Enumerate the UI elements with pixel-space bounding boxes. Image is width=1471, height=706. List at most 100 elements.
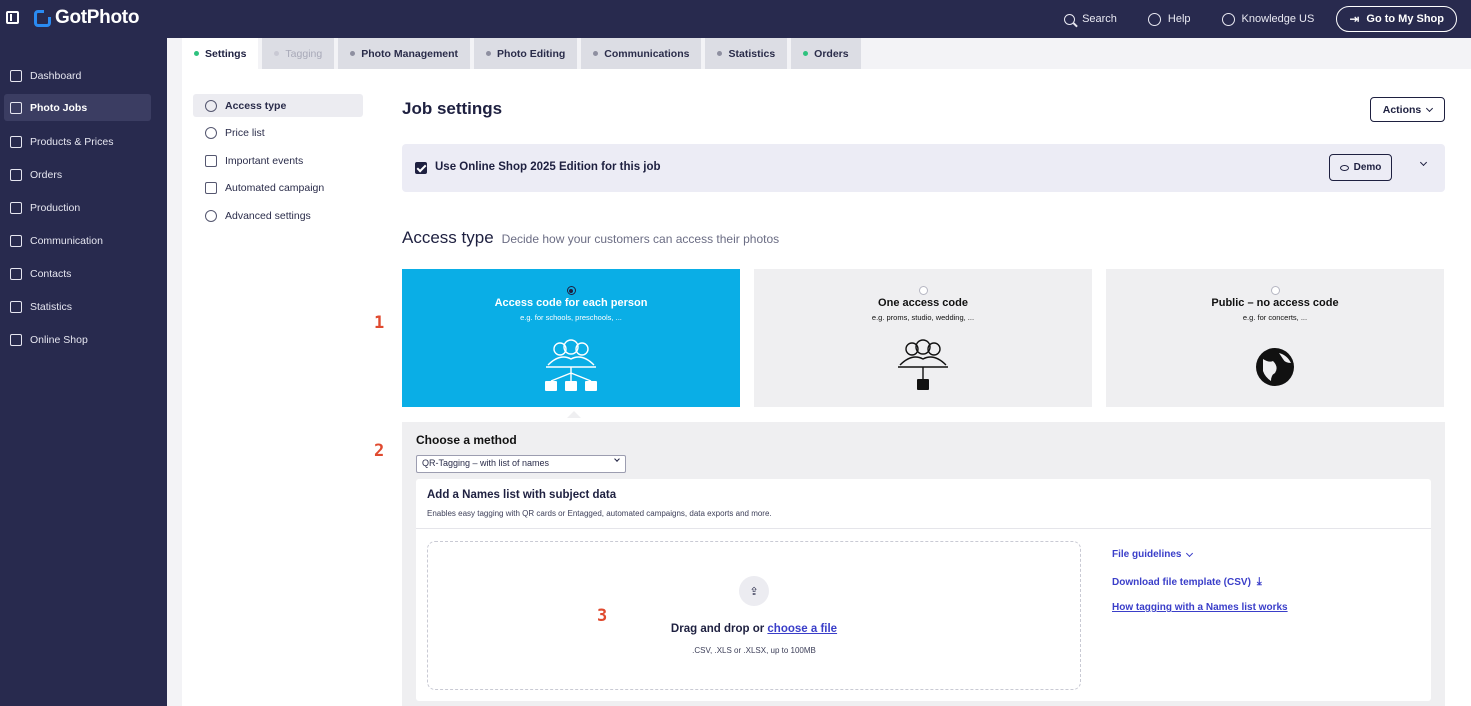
sidebar-item-products-prices[interactable]: Products & Prices <box>4 128 151 155</box>
store-icon <box>10 333 22 346</box>
option-subtitle: e.g. for concerts, ... <box>1242 313 1308 322</box>
online-shop-label: Use Online Shop 2025 Edition for this jo… <box>435 161 661 173</box>
method-title: Choose a method <box>416 433 517 447</box>
chevron-down-icon <box>614 456 620 462</box>
access-type-heading: Access type Decide how your customers ca… <box>402 228 779 248</box>
status-dot-icon <box>593 51 599 56</box>
names-list-subtitle: Enables easy tagging with QR cards or En… <box>427 509 772 518</box>
subnav-item-label: Automated campaign <box>225 181 325 194</box>
knowledge-label: Knowledge US <box>1241 13 1315 25</box>
method-select[interactable]: QR-Tagging – with list of names <box>416 455 626 473</box>
subnav-item-advanced-settings[interactable]: Advanced settings <box>193 204 363 227</box>
drop-label: Drag and drop or <box>670 623 765 635</box>
chevron-down-icon <box>1426 104 1434 112</box>
sidebar-item-statistics[interactable]: Statistics <box>4 293 151 320</box>
online-shop-banner: Use Online Shop 2025 Edition for this jo… <box>402 144 1445 192</box>
how-tagging-works-link[interactable]: How tagging with a Names list works <box>1112 602 1288 613</box>
radio-button[interactable] <box>1270 286 1280 295</box>
go-to-shop-label: Go to My Shop <box>1366 13 1444 25</box>
printer-icon <box>10 201 22 214</box>
image-icon <box>10 101 22 114</box>
download-icon: ⤓ <box>1256 576 1262 588</box>
search-link[interactable]: Search <box>1064 13 1117 25</box>
top-bar: GotPhoto Search Help Knowledge US ⇥ Go t… <box>0 0 1471 38</box>
sidebar-item-label: Dashboard <box>30 69 82 82</box>
tab-communications[interactable]: Communications <box>581 38 702 69</box>
option-title: Public – no access code <box>1211 297 1339 309</box>
sidebar-toggle-icon[interactable] <box>6 11 19 24</box>
tab-photo-editing[interactable]: Photo Editing <box>474 38 578 69</box>
tab-photo-management[interactable]: Photo Management <box>338 38 471 69</box>
radio-button[interactable] <box>918 286 928 295</box>
sidebar: Dashboard Photo Jobs Products & Prices O… <box>0 38 167 706</box>
dollar-icon <box>205 126 217 139</box>
subnav-item-label: Important events <box>225 154 304 167</box>
tab-bar: Settings Tagging Photo Management Photo … <box>182 38 861 69</box>
method-panel: Choose a method QR-Tagging – with list o… <box>402 422 1445 706</box>
logo[interactable]: GotPhoto <box>34 7 139 29</box>
option-subtitle: e.g. for schools, preschools, ... <box>520 313 622 322</box>
gotphoto-logo-icon <box>34 9 51 27</box>
person-icon <box>10 267 22 280</box>
upload-icon: ⇪ <box>739 576 769 606</box>
sidebar-item-photo-jobs[interactable]: Photo Jobs <box>4 94 151 121</box>
status-dot-icon <box>350 51 356 56</box>
sidebar-item-dashboard[interactable]: Dashboard <box>4 62 151 89</box>
sidebar-item-orders[interactable]: Orders <box>4 161 151 188</box>
chevron-down-icon[interactable] <box>1419 158 1428 167</box>
search-label: Search <box>1082 13 1117 25</box>
file-guidelines-link[interactable]: File guidelines <box>1112 549 1194 560</box>
tab-orders[interactable]: Orders <box>791 38 861 69</box>
page-title: Job settings <box>402 99 503 118</box>
section-subtitle: Decide how your customers can access the… <box>501 232 780 246</box>
annotation-marker-2: 2 <box>374 441 385 461</box>
knowledge-link[interactable]: Knowledge US <box>1221 12 1315 26</box>
go-to-shop-button[interactable]: ⇥ Go to My Shop <box>1336 6 1457 32</box>
sidebar-item-label: Online Shop <box>30 333 88 346</box>
subnav-item-access-type[interactable]: Access type <box>193 94 363 117</box>
subnav-item-label: Access type <box>225 99 287 112</box>
top-actions: Search Help Knowledge US ⇥ Go to My Shop <box>1033 6 1457 32</box>
access-type-options: Access code for each person e.g. for sch… <box>402 269 1444 407</box>
status-dot-icon <box>803 51 809 56</box>
sidebar-item-communication[interactable]: Communication <box>4 227 151 254</box>
subnav-item-important-events[interactable]: Important events <box>193 149 363 172</box>
section-title: Access type <box>402 228 494 247</box>
status-dot-icon <box>274 51 280 56</box>
subnav-item-automated-campaign[interactable]: Automated campaign <box>193 176 363 199</box>
calendar-icon <box>205 154 217 167</box>
access-option-one-code[interactable]: One access code e.g. proms, studio, wedd… <box>754 269 1092 407</box>
online-shop-checkbox[interactable] <box>415 162 427 174</box>
help-label: Help <box>1167 13 1191 25</box>
access-option-public[interactable]: Public – no access code e.g. for concert… <box>1106 269 1444 407</box>
sidebar-item-label: Orders <box>30 168 63 181</box>
sidebar-item-contacts[interactable]: Contacts <box>4 260 151 287</box>
file-dropzone[interactable]: ⇪ Drag and drop or choose a file .CSV, .… <box>427 541 1081 690</box>
gear-icon <box>205 209 217 222</box>
tab-tagging[interactable]: Tagging <box>262 38 335 69</box>
sidebar-item-online-shop[interactable]: Online Shop <box>4 326 151 353</box>
tab-label: Tagging <box>285 47 323 60</box>
sidebar-item-label: Products & Prices <box>30 135 114 148</box>
tab-statistics[interactable]: Statistics <box>705 38 788 69</box>
globe-icon <box>1256 348 1294 386</box>
choose-file-link[interactable]: choose a file <box>767 623 837 635</box>
option-title: Access code for each person <box>494 297 648 309</box>
message-icon <box>10 234 22 247</box>
names-list-card: Add a Names list with subject data Enabl… <box>416 479 1431 701</box>
logo-text: GotPhoto <box>55 7 140 28</box>
actions-button[interactable]: Actions <box>1370 97 1445 122</box>
radio-button[interactable] <box>566 286 576 295</box>
people-icon <box>205 99 217 112</box>
search-icon <box>1064 13 1076 25</box>
subnav-item-label: Price list <box>225 126 265 139</box>
help-link[interactable]: Help <box>1147 12 1191 26</box>
download-template-link[interactable]: Download file template (CSV) ⤓ <box>1112 576 1262 589</box>
sidebar-item-label: Contacts <box>30 267 72 280</box>
subnav-item-price-list[interactable]: Price list <box>193 121 363 144</box>
megaphone-icon <box>205 181 217 194</box>
tab-settings[interactable]: Settings <box>182 38 259 69</box>
sidebar-item-production[interactable]: Production <box>4 194 151 221</box>
demo-button[interactable]: Demo <box>1329 154 1392 181</box>
access-option-per-person[interactable]: Access code for each person e.g. for sch… <box>402 269 740 407</box>
